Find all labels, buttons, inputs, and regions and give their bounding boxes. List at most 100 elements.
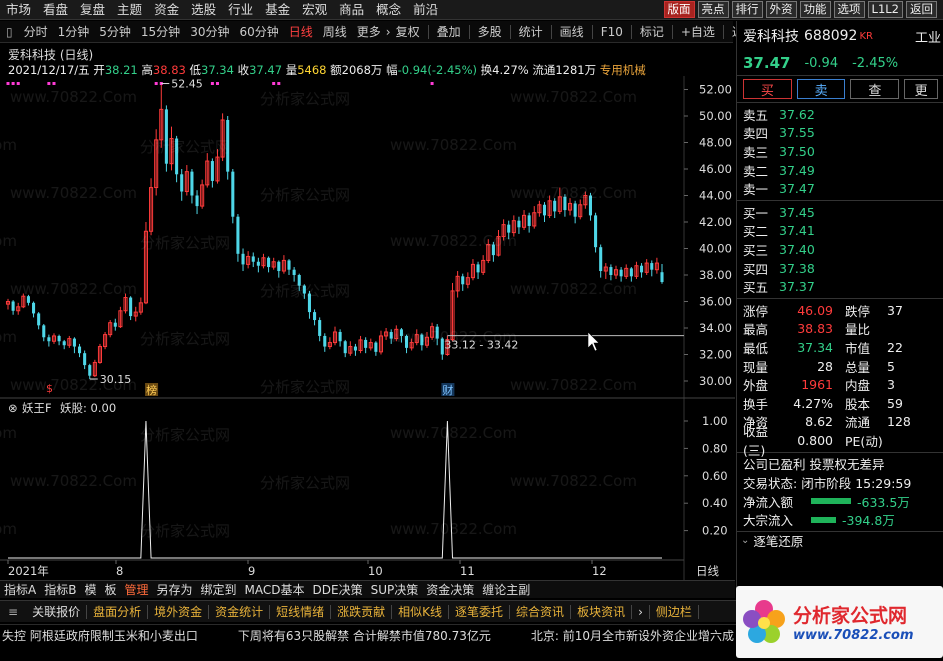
period-tab[interactable]: 更多 — [352, 23, 386, 40]
period-tab[interactable]: 分时 — [19, 23, 53, 40]
news-item[interactable]: 下周将有63只股解禁 合计解禁市值780.73亿元 — [238, 627, 491, 644]
function-button[interactable]: 功能 — [799, 1, 831, 18]
function-button[interactable]: L1L2 — [867, 1, 903, 18]
order-level[interactable]: 卖一 37.47 — [743, 179, 943, 198]
function-button[interactable]: 版面 — [663, 1, 695, 18]
chart-tool[interactable]: +自选 — [676, 23, 720, 40]
info-industry[interactable]: 专用机械 — [600, 63, 646, 77]
function-tab[interactable]: 盘面分析 — [87, 604, 149, 619]
order-level[interactable]: 卖三 37.50 — [743, 142, 943, 161]
chart-tool[interactable]: 画线 — [555, 23, 589, 40]
indicator-tab[interactable]: 模 — [80, 581, 100, 598]
stat-label: 换手 — [743, 396, 769, 412]
function-tab[interactable]: 相似K线 — [392, 604, 450, 619]
function-tab[interactable]: 涨跌贡献 — [331, 604, 393, 619]
indicator-tab[interactable]: 板 — [100, 581, 120, 598]
function-tab[interactable]: 关联报价 — [26, 604, 88, 619]
function-button[interactable]: 外资 — [765, 1, 797, 18]
indicator-tab[interactable]: SUP决策 — [367, 581, 423, 598]
function-button[interactable]: 选项 — [833, 1, 865, 18]
menu-item[interactable]: 选股 — [185, 0, 222, 20]
indicator-tab[interactable]: 缠论主副 — [478, 581, 534, 598]
period-tab[interactable]: 60分钟 — [234, 23, 283, 40]
period-tab[interactable]: 15分钟 — [136, 23, 185, 40]
function-button[interactable]: 排行 — [731, 1, 763, 18]
restore-toggle[interactable]: ⌄ 逐笔还原 — [737, 531, 943, 550]
chart-tool[interactable]: 复权 — [391, 23, 425, 40]
ask-levels: 卖五 37.62 卖四 37.55 卖三 37.50 卖二 37.49 卖一 37.47 — [737, 105, 943, 198]
menu-item[interactable]: 市场 — [0, 0, 37, 20]
right-function-buttons: 版面 亮点 排行 外资 功能 选项 L1L2 返回 — [661, 1, 943, 18]
indicator-tab[interactable]: 绑定到 — [197, 581, 241, 598]
menu-item[interactable]: 前沿 — [407, 0, 444, 20]
chart-tool[interactable]: 统计 — [514, 23, 548, 40]
period-tab[interactable]: 1分钟 — [53, 23, 95, 40]
menu-item[interactable]: 商品 — [333, 0, 370, 20]
news-item[interactable]: 北京: 前10月全市新设外资企业增六成 — [531, 627, 734, 644]
order-level[interactable]: 买五 37.37 — [743, 277, 943, 296]
trade-button[interactable]: 买 — [743, 79, 792, 99]
function-tab[interactable]: 侧边栏 — [650, 604, 699, 619]
stock-code: 688092 — [804, 28, 858, 44]
chart-tool[interactable]: 叠加 — [432, 23, 466, 40]
order-level[interactable]: 卖五 37.62 — [743, 105, 943, 124]
function-button[interactable]: 返回 — [906, 1, 937, 18]
stat-label: 外盘 — [743, 378, 769, 394]
chart-tool[interactable]: F10 — [596, 25, 628, 39]
function-tab[interactable]: 短线情绪 — [270, 604, 332, 619]
period-tab[interactable]: 5分钟 — [94, 23, 136, 40]
indicator-tab[interactable]: 资金决策 — [422, 581, 478, 598]
level-price: 37.47 — [779, 181, 815, 197]
menu-item[interactable]: 行业 — [222, 0, 259, 20]
watermark-text: www.70822.Com — [0, 328, 17, 346]
separator — [550, 24, 552, 39]
function-tab[interactable]: 逐笔委托 — [449, 604, 511, 619]
order-level[interactable]: 买四 37.38 — [743, 259, 943, 278]
period-tab[interactable]: 周线 — [318, 23, 352, 40]
indicator-tab[interactable]: 另存为 — [153, 581, 197, 598]
trade-button[interactable]: 卖 — [796, 79, 846, 99]
stat-label: 流通 — [845, 415, 871, 431]
stat-value: 128 — [887, 414, 911, 430]
function-tab[interactable]: 资金统计 — [209, 604, 271, 619]
trade-button[interactable]: 更 — [904, 79, 938, 99]
function-tab[interactable]: 板块资讯 — [571, 604, 633, 619]
order-level[interactable]: 买一 37.45 — [743, 203, 943, 222]
stat-row: 现量 28 总量 5 — [743, 357, 943, 376]
chart-tool[interactable]: 标记 — [635, 23, 669, 40]
period-tab[interactable]: 日线 — [284, 23, 318, 40]
menu-item[interactable]: 基金 — [259, 0, 296, 20]
order-level[interactable]: 买三 37.40 — [743, 240, 943, 259]
menu-item[interactable]: 宏观 — [296, 0, 333, 20]
flow-value: -633.5万 — [857, 494, 910, 510]
level-price: 37.55 — [779, 125, 815, 141]
menu-item[interactable]: 复盘 — [74, 0, 111, 20]
chevron-right-icon[interactable]: › — [632, 604, 650, 619]
menu-icon[interactable]: ≡ — [0, 605, 26, 619]
watermark-text: 分析家公式网 — [260, 90, 351, 108]
trade-button[interactable]: 查 — [850, 79, 900, 99]
flower-logo-icon — [743, 600, 785, 643]
news-item[interactable]: 失控 阿根廷政府限制玉米和小麦出口 — [2, 627, 198, 644]
separator — [468, 24, 470, 39]
order-level[interactable]: 卖四 37.55 — [743, 124, 943, 143]
order-level[interactable]: 卖二 37.49 — [743, 161, 943, 180]
period-tab[interactable]: 30分钟 — [185, 23, 234, 40]
order-level[interactable]: 买二 37.41 — [743, 222, 943, 241]
function-tab[interactable]: 综合资讯 — [510, 604, 572, 619]
indicator-tab[interactable]: 指标B — [40, 581, 80, 598]
chart-tool[interactable]: 多股 — [473, 23, 507, 40]
panel-toggle-icon[interactable]: ▯ — [0, 25, 19, 39]
function-tab[interactable]: 境外资金 — [148, 604, 210, 619]
function-button[interactable]: 亮点 — [697, 1, 729, 18]
level-label: 卖四 — [743, 126, 769, 142]
indicator-tab[interactable]: 管理 — [120, 581, 152, 598]
watermark-text: www.70822.Com — [0, 136, 17, 154]
menu-item[interactable]: 主题 — [111, 0, 148, 20]
menu-item[interactable]: 看盘 — [37, 0, 74, 20]
menu-item[interactable]: 概念 — [370, 0, 407, 20]
indicator-tab[interactable]: MACD基本 — [241, 581, 309, 598]
indicator-tab[interactable]: DDE决策 — [309, 581, 367, 598]
indicator-tab[interactable]: 指标A — [0, 581, 40, 598]
menu-item[interactable]: 资金 — [148, 0, 185, 20]
